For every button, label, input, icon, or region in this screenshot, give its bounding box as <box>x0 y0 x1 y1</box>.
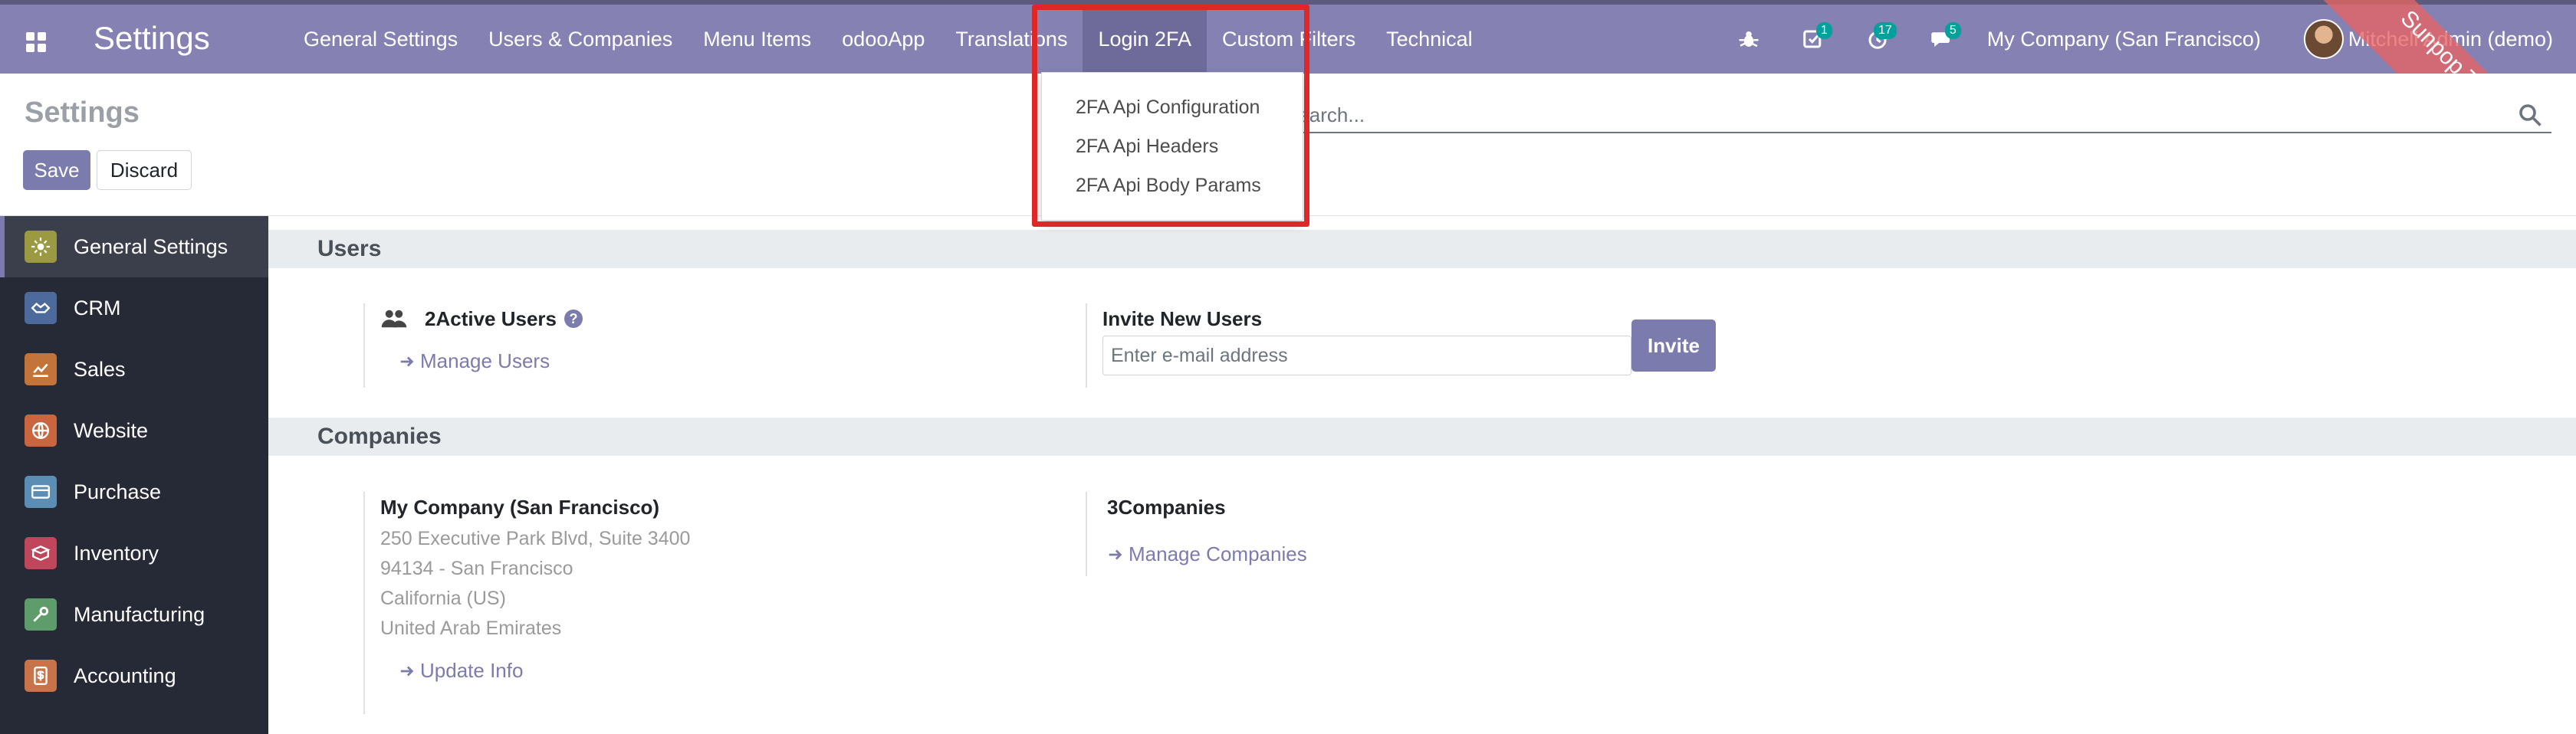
menu-odooapp[interactable]: odooApp <box>826 5 940 74</box>
breadcrumb: Settings <box>25 97 140 129</box>
section-users-title: Users <box>268 230 2576 268</box>
search-input[interactable] <box>1285 100 2551 130</box>
address-line: United Arab Emirates <box>380 618 562 639</box>
search-icon[interactable] <box>2516 101 2544 129</box>
dropdown-item-2fa-api-headers[interactable]: 2FA Api Headers <box>1042 127 1303 166</box>
dollar-icon <box>25 660 57 692</box>
manage-users-label: Manage Users <box>420 349 550 372</box>
company-info-setting: My Company (San Francisco) 250 Executive… <box>363 492 900 714</box>
timer-badge: 17 <box>1874 22 1897 39</box>
gear-icon <box>25 231 57 263</box>
sidebar-item-label: Inventory <box>74 541 159 565</box>
sidebar-item-label: Manufacturing <box>74 602 205 626</box>
menu-menu-items[interactable]: Menu Items <box>688 5 826 74</box>
menu-users-companies[interactable]: Users & Companies <box>473 5 688 74</box>
search-box <box>1285 100 2551 133</box>
menu-login-2fa[interactable]: Login 2FA <box>1083 5 1208 74</box>
sidebar-item-accounting[interactable]: Accounting <box>0 645 268 706</box>
dropdown-item-2fa-api-configuration[interactable]: 2FA Api Configuration <box>1042 88 1303 127</box>
user-name: Mitchell Admin (demo) <box>2348 27 2553 51</box>
card-icon <box>25 476 57 508</box>
app-title: Settings <box>94 20 210 56</box>
sidebar-item-website[interactable]: Website <box>0 400 268 461</box>
messages-badge: 5 <box>1944 22 1961 39</box>
sidebar-item-label: General Settings <box>74 234 228 258</box>
box-icon <box>25 537 57 569</box>
active-users-setting: 2Active Users ? Manage Users <box>363 303 900 388</box>
dropdown-item-2fa-api-body-params[interactable]: 2FA Api Body Params <box>1042 166 1303 205</box>
sidebar-item-crm[interactable]: CRM <box>0 277 268 339</box>
address-line: 250 Executive Park Blvd, Suite 3400 <box>380 528 691 549</box>
address-line: California (US) <box>380 588 506 609</box>
arrow-right-icon <box>400 666 414 676</box>
sidebar-item-manufacturing[interactable]: Manufacturing <box>0 584 268 645</box>
update-info-link[interactable]: Update Info <box>399 659 900 683</box>
settings-sidebar: General Settings CRM Sales Website Purch… <box>0 216 268 734</box>
manage-companies-label: Manage Companies <box>1129 542 1307 565</box>
invite-email-input[interactable] <box>1102 336 1631 375</box>
sidebar-item-purchase[interactable]: Purchase <box>0 461 268 523</box>
systray: 1 17 5 My Company (San Francisco) Mitche… <box>1730 5 2576 74</box>
menu-general-settings[interactable]: General Settings <box>288 5 473 74</box>
sidebar-item-label: Accounting <box>74 664 176 687</box>
companies-count-setting: 3Companies Manage Companies <box>1086 492 1622 576</box>
arrow-right-icon <box>400 356 414 366</box>
company-switcher[interactable]: My Company (San Francisco) <box>1987 28 2261 51</box>
company-name: My Company (San Francisco) <box>380 495 660 519</box>
sidebar-item-sales[interactable]: Sales <box>0 339 268 400</box>
sidebar-item-label: Website <box>74 418 149 442</box>
top-navbar: Settings General Settings Users & Compan… <box>0 0 2576 74</box>
users-icon <box>381 310 407 328</box>
arrow-right-icon <box>1109 549 1122 559</box>
companies-count: 3Companies <box>1107 495 1226 519</box>
sidebar-item-general-settings[interactable]: General Settings <box>0 216 268 277</box>
sidebar-item-inventory[interactable]: Inventory <box>0 523 268 584</box>
activity-icon[interactable]: 1 <box>1794 16 1832 62</box>
sidebar-item-label: Sales <box>74 357 126 381</box>
invite-button[interactable]: Invite <box>1631 319 1716 372</box>
menu-translations[interactable]: Translations <box>940 5 1083 74</box>
sidebar-item-label: Purchase <box>74 480 162 503</box>
timer-icon[interactable]: 17 <box>1858 16 1897 62</box>
update-info-label: Update Info <box>420 659 524 682</box>
save-button[interactable]: Save <box>23 150 90 190</box>
settings-content: Users 2Active Users ? Manage Users Invit… <box>268 216 2576 734</box>
main-menu: General Settings Users & Companies Menu … <box>288 5 1488 74</box>
menu-technical[interactable]: Technical <box>1371 5 1488 74</box>
bug-icon[interactable] <box>1730 16 1768 62</box>
activity-badge: 1 <box>1815 22 1832 39</box>
address-line: 94134 - San Francisco <box>380 558 573 579</box>
login-2fa-dropdown: 2FA Api Configuration 2FA Api Headers 2F… <box>1041 72 1303 221</box>
apps-menu-icon[interactable] <box>26 32 46 52</box>
avatar <box>2303 19 2344 59</box>
active-users-count: 2Active Users <box>425 306 557 330</box>
section-companies-title: Companies <box>268 418 2576 456</box>
wrench-icon <box>25 598 57 631</box>
discard-button[interactable]: Discard <box>97 150 192 190</box>
messages-icon[interactable]: 5 <box>1923 16 1961 62</box>
handshake-icon <box>25 292 57 324</box>
invite-users-setting: Invite New Users Invite <box>1086 303 1776 388</box>
chart-icon <box>25 353 57 385</box>
manage-companies-link[interactable]: Manage Companies <box>1107 542 1622 566</box>
manage-users-link[interactable]: Manage Users <box>399 349 900 373</box>
menu-custom-filters[interactable]: Custom Filters <box>1207 5 1371 74</box>
user-menu[interactable]: Mitchell Admin (demo) <box>2303 19 2553 59</box>
sidebar-item-label: CRM <box>74 296 121 319</box>
help-icon[interactable]: ? <box>564 310 583 328</box>
globe-icon <box>25 415 57 447</box>
